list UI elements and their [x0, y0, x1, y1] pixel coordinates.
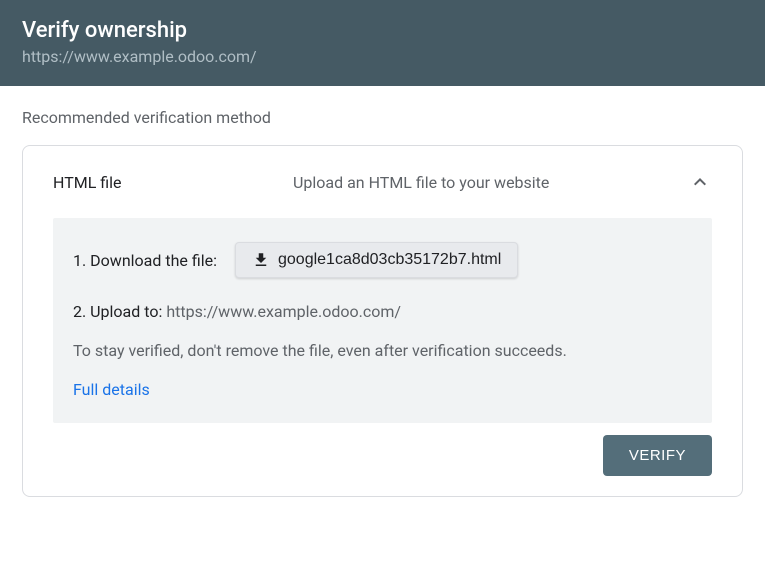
- main-content: Recommended verification method HTML fil…: [0, 86, 765, 519]
- step-download: 1. Download the file: google1ca8d03cb351…: [73, 242, 692, 278]
- property-url: https://www.example.odoo.com/: [22, 47, 743, 66]
- method-title: HTML file: [53, 173, 293, 192]
- step-upload: 2. Upload to: https://www.example.odoo.c…: [73, 302, 692, 321]
- verify-button[interactable]: VERIFY: [603, 435, 712, 476]
- page-title: Verify ownership: [22, 18, 743, 43]
- section-label: Recommended verification method: [22, 108, 743, 127]
- full-details-link[interactable]: Full details: [73, 380, 150, 399]
- download-icon: [252, 251, 270, 269]
- verification-method-card: HTML file Upload an HTML file to your we…: [22, 145, 743, 497]
- download-file-button[interactable]: google1ca8d03cb35172b7.html: [235, 242, 518, 278]
- card-header[interactable]: HTML file Upload an HTML file to your we…: [53, 170, 712, 194]
- verification-note: To stay verified, don't remove the file,…: [73, 341, 692, 360]
- page-header: Verify ownership https://www.example.odo…: [0, 0, 765, 86]
- upload-url: https://www.example.odoo.com/: [166, 302, 401, 321]
- step2-label: 2. Upload to:: [73, 302, 162, 321]
- chevron-up-icon[interactable]: [688, 170, 712, 194]
- download-filename: google1ca8d03cb35172b7.html: [278, 251, 501, 269]
- step1-label: 1. Download the file:: [73, 251, 217, 270]
- card-footer: VERIFY: [53, 435, 712, 476]
- instructions-panel: 1. Download the file: google1ca8d03cb351…: [53, 218, 712, 423]
- method-description: Upload an HTML file to your website: [293, 173, 688, 192]
